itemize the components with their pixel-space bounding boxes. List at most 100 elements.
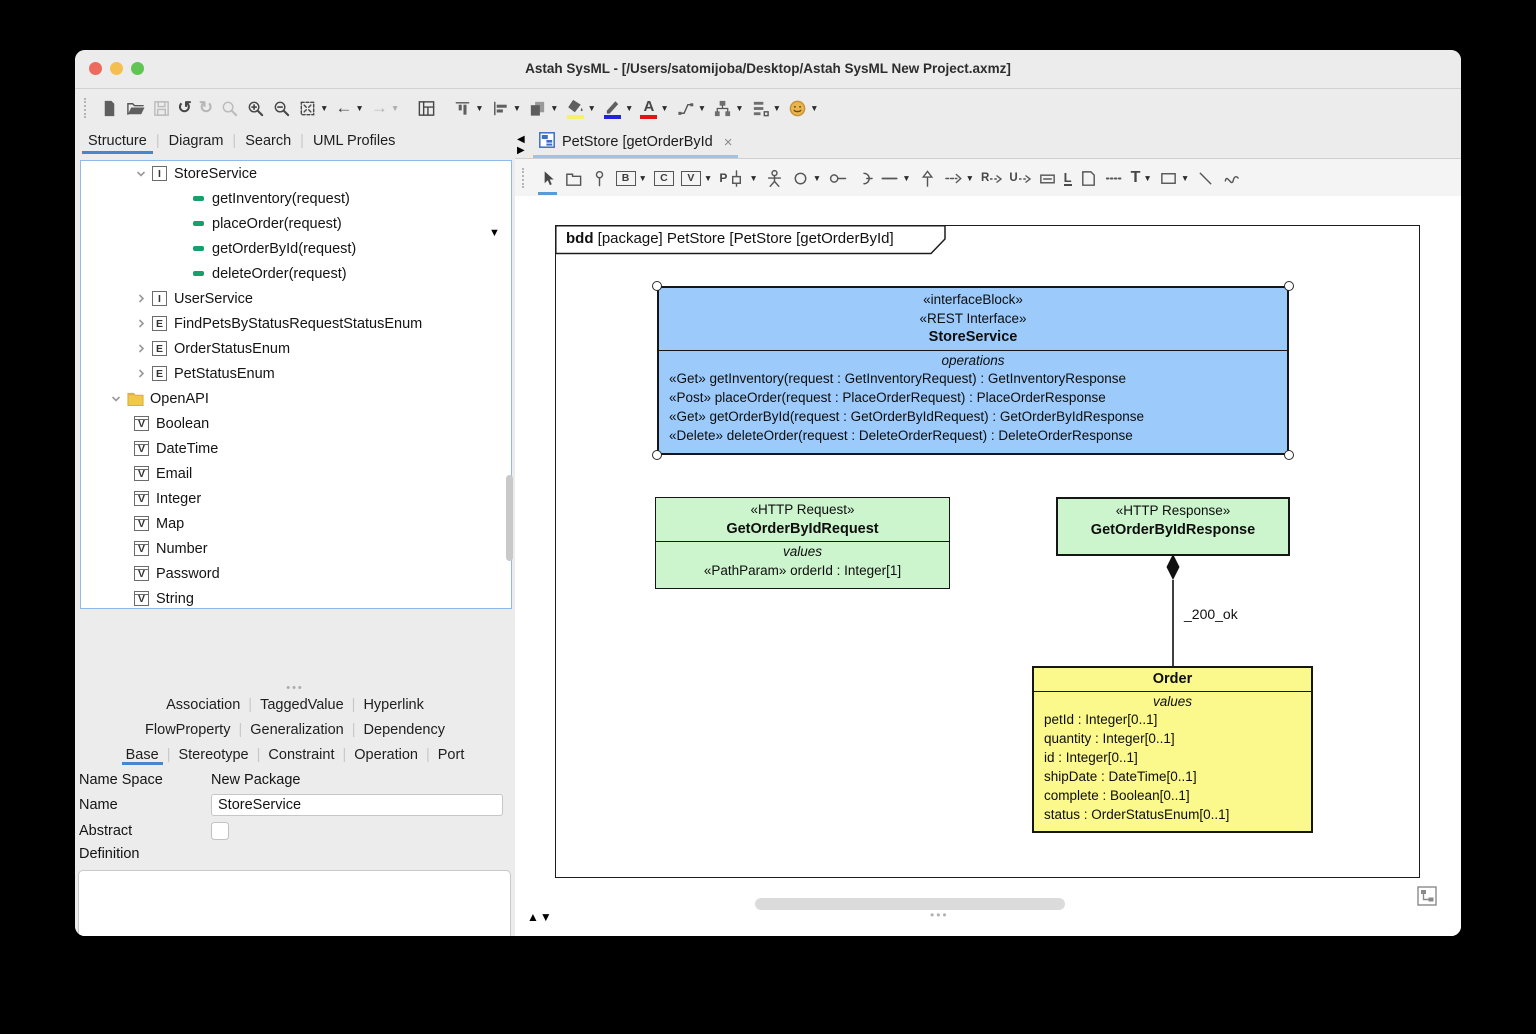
diagram-navigator-icon[interactable] (1417, 886, 1437, 906)
sidebar-tab-search[interactable]: Search (236, 133, 300, 149)
tree-item-string[interactable]: VString (81, 586, 511, 609)
emoji-dropdown-icon[interactable]: ▼ (810, 103, 818, 113)
chevron-down-icon[interactable] (134, 168, 148, 180)
zoom-tool-button[interactable] (220, 99, 239, 118)
name-input[interactable] (211, 794, 503, 816)
navigate-forward-button[interactable]: →▼ (371, 99, 399, 117)
provided-interface-tool-button[interactable] (828, 169, 847, 188)
tree-item-integer[interactable]: VInteger (81, 486, 511, 511)
composition-connector[interactable] (1164, 554, 1182, 668)
chevron-down-icon[interactable] (109, 393, 123, 405)
tree-item-placeorder-request-[interactable]: placeOrder(request) (81, 211, 511, 236)
select-tool-button[interactable] (538, 169, 557, 188)
fit-view-dropdown-icon[interactable]: ▼ (320, 103, 328, 113)
navigate-forward-dropdown-icon[interactable]: ▼ (391, 103, 399, 113)
generalization-tool-button[interactable] (918, 169, 937, 188)
association-tool-dropdown-icon[interactable]: ▼ (902, 173, 910, 183)
copy-style-button[interactable]: ▼ (528, 99, 558, 118)
hierarchy-layout-button[interactable]: ▼ (713, 99, 743, 118)
connector-style-dropdown-icon[interactable]: ▼ (698, 103, 706, 113)
tree-item-map[interactable]: VMap (81, 511, 511, 536)
collapse-right-icon[interactable]: ▶ (517, 145, 525, 156)
canvas-splitter-handle[interactable]: ••• (930, 908, 949, 922)
getorderbyidrequest-block[interactable]: «HTTP Request» GetOrderByIdRequest value… (655, 497, 950, 589)
hierarchy-layout-dropdown-icon[interactable]: ▼ (735, 103, 743, 113)
property-tab-port[interactable]: Port (430, 747, 473, 763)
getorderbyidresponse-block[interactable]: «HTTP Response» GetOrderByIdResponse (1056, 497, 1290, 556)
chevron-right-icon[interactable] (134, 293, 148, 305)
storeservice-block[interactable]: «interfaceBlock» «REST Interface» StoreS… (657, 286, 1289, 455)
actor-tool-button[interactable] (765, 169, 784, 188)
navigate-back-button[interactable]: ←▼ (335, 99, 363, 117)
property-tab-association[interactable]: Association (158, 697, 248, 713)
emoji-button[interactable]: ▼ (788, 99, 818, 118)
selection-handle[interactable] (652, 281, 662, 291)
chevron-right-icon[interactable] (134, 368, 148, 380)
minimize-window-button[interactable] (110, 62, 123, 75)
definition-textarea[interactable] (78, 870, 511, 936)
horizontal-scrollbar-thumb[interactable] (755, 898, 1065, 910)
list-layout-button[interactable]: ▼ (751, 99, 781, 118)
line-tool-button[interactable] (1196, 169, 1215, 188)
diagram-tab[interactable]: PetStore [getOrderById × (533, 126, 738, 158)
save-button[interactable] (152, 99, 171, 118)
association-tool-button[interactable]: ▼ (880, 169, 910, 188)
line-color-button[interactable]: ▼ (603, 97, 633, 119)
dependency-tool-dropdown-icon[interactable]: ▼ (966, 173, 974, 183)
tree-scrollbar[interactable] (506, 475, 513, 561)
circle-tool-dropdown-icon[interactable]: ▼ (813, 173, 821, 183)
dots-tool-button[interactable] (1105, 169, 1124, 188)
fit-view-button[interactable]: ▼ (298, 99, 328, 118)
tree-item-findpetsbystatusrequeststatusenum[interactable]: EFindPetsByStatusRequestStatusEnum (81, 311, 511, 336)
collapse-left-icon[interactable]: ◀ (517, 134, 525, 145)
diagram-toolbar-grip-handle[interactable] (522, 168, 527, 188)
align-vertical-dropdown-icon[interactable]: ▼ (475, 103, 483, 113)
structure-tree[interactable]: IStoreServicegetInventory(request)placeO… (80, 160, 512, 609)
close-tab-icon[interactable]: × (724, 134, 733, 151)
tree-item-orderstatusenum[interactable]: EOrderStatusEnum (81, 336, 511, 361)
rect-tool-dropdown-icon[interactable]: ▼ (1181, 173, 1189, 183)
property-tab-dependency[interactable]: Dependency (356, 722, 453, 738)
property-tab-operation[interactable]: Operation (346, 747, 426, 763)
align-horizontal-button[interactable]: ▼ (491, 99, 521, 118)
note-tool-button[interactable] (1079, 169, 1098, 188)
font-color-dropdown-icon[interactable]: ▼ (660, 103, 668, 113)
tree-item-password[interactable]: VPassword (81, 561, 511, 586)
abstract-checkbox[interactable] (211, 822, 229, 840)
text-tool-dropdown-icon[interactable]: ▼ (1143, 173, 1151, 183)
open-file-button[interactable] (126, 99, 145, 118)
new-file-button[interactable] (100, 99, 119, 118)
realization-tool-button[interactable]: R (981, 169, 1002, 187)
zoom-in-button[interactable] (246, 99, 265, 118)
sidebar-tab-diagram[interactable]: Diagram (160, 133, 233, 149)
property-tab-generalization[interactable]: Generalization (242, 722, 352, 738)
font-color-button[interactable]: A▼ (640, 98, 668, 119)
usage-tool-button[interactable]: U (1009, 169, 1030, 187)
label-frame-tool-button[interactable] (1038, 169, 1057, 188)
navigate-back-dropdown-icon[interactable]: ▼ (355, 103, 363, 113)
sidebar-tab-uml-profiles[interactable]: UML Profiles (304, 133, 404, 149)
sidebar-tab-structure[interactable]: Structure (79, 133, 156, 149)
dependency-tool-button[interactable]: ▼ (944, 169, 974, 188)
property-tab-taggedvalue[interactable]: TaggedValue (252, 697, 352, 713)
list-layout-dropdown-icon[interactable]: ▼ (773, 103, 781, 113)
close-window-button[interactable] (89, 62, 102, 75)
tree-item-userservice[interactable]: IUserService (81, 286, 511, 311)
text-tool-button[interactable]: T▼ (1131, 169, 1152, 187)
line-color-dropdown-icon[interactable]: ▼ (625, 103, 633, 113)
diagram-manager-button[interactable] (417, 99, 436, 118)
splitter-collapse-arrows[interactable]: ◀▶ (517, 134, 525, 156)
curve-tool-button[interactable] (1222, 169, 1241, 188)
main-toolbar-grip-handle[interactable] (84, 98, 89, 118)
tree-item-getorderbyid-request-[interactable]: getOrderById(request) (81, 236, 511, 261)
port-tool-button[interactable]: P▼ (719, 169, 757, 188)
rect-tool-button[interactable]: ▼ (1159, 169, 1189, 188)
chevron-right-icon[interactable] (134, 318, 148, 330)
constraint-block-tool-button[interactable]: C (654, 171, 674, 186)
tree-item-number[interactable]: VNumber (81, 536, 511, 561)
align-vertical-button[interactable]: ▼ (453, 99, 483, 118)
order-block[interactable]: Order values petId : Integer[0..1]quanti… (1032, 666, 1313, 833)
fill-color-dropdown-icon[interactable]: ▼ (588, 103, 596, 113)
label-tool-button[interactable]: L (1064, 171, 1072, 186)
chevron-right-icon[interactable] (134, 343, 148, 355)
